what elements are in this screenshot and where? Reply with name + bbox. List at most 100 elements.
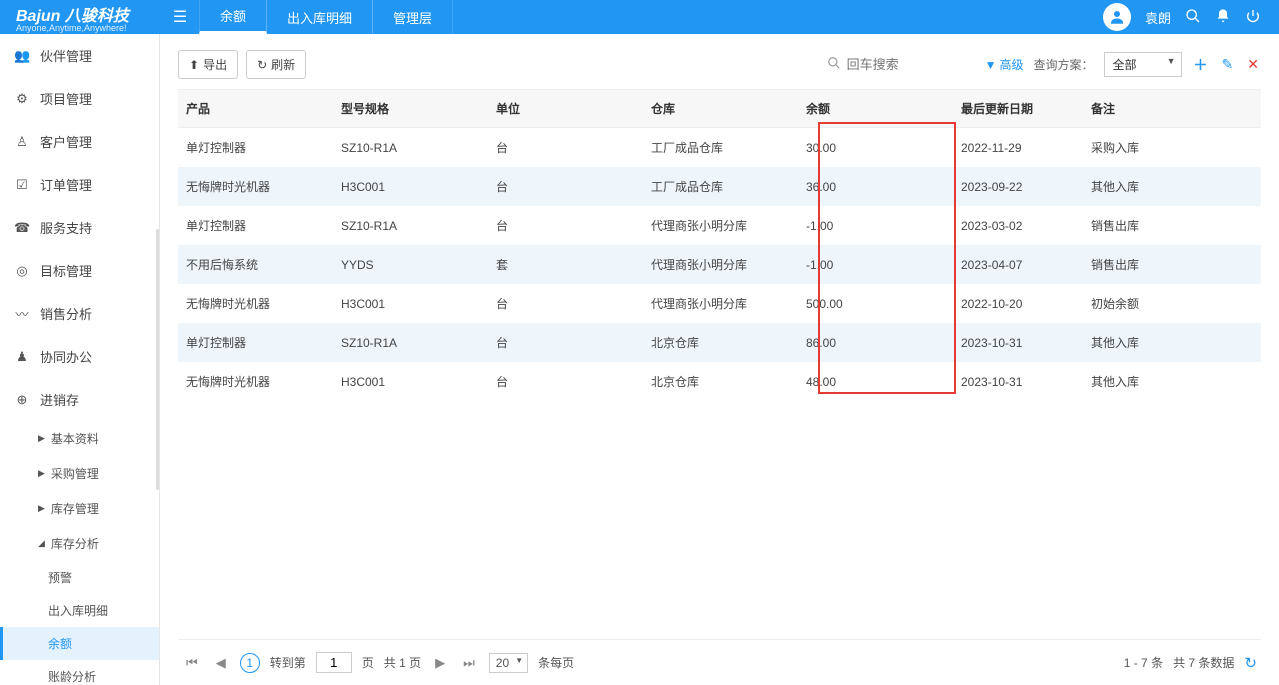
table-cell: 30.00 <box>798 128 953 168</box>
sidebar-item-project[interactable]: ⚙项目管理 <box>0 77 159 120</box>
pager-perpage-suffix: 条每页 <box>538 654 574 671</box>
table-cell: SZ10-R1A <box>333 206 488 245</box>
refresh-button[interactable]: ↻刷新 <box>246 50 306 79</box>
user-name[interactable]: 袁朗 <box>1145 8 1171 27</box>
table-cell: H3C001 <box>333 362 488 401</box>
table-row[interactable]: 无悔牌时光机器H3C001台代理商张小明分库500.002022-10-20初始… <box>178 284 1261 323</box>
project-icon: ⚙ <box>14 91 30 107</box>
table-cell: SZ10-R1A <box>333 323 488 362</box>
sidebar-item-target[interactable]: ◎目标管理 <box>0 249 159 292</box>
table-cell: 无悔牌时光机器 <box>178 167 333 206</box>
menu-toggle-icon[interactable]: ☰ <box>160 7 200 27</box>
table-cell: 台 <box>488 167 643 206</box>
table-row[interactable]: 无悔牌时光机器H3C001台工厂成品仓库36.002023-09-22其他入库 <box>178 167 1261 206</box>
table-cell: 销售出库 <box>1083 245 1261 284</box>
table-cell: SZ10-R1A <box>333 128 488 168</box>
search-icon[interactable] <box>1185 8 1201 27</box>
pager-total-pages: 共 1 页 <box>384 654 421 671</box>
sidebar-sub-analysis[interactable]: ◢库存分析 <box>0 526 159 561</box>
table-cell: 2022-11-29 <box>953 128 1083 168</box>
table-cell: 台 <box>488 284 643 323</box>
pager-prev-icon[interactable]: ◀ <box>212 653 230 673</box>
pager-page-suffix: 页 <box>362 654 374 671</box>
search-input[interactable] <box>845 53 975 77</box>
pager-refresh-icon[interactable]: ↻ <box>1244 654 1257 672</box>
edit-icon[interactable]: ✎ <box>1220 54 1236 75</box>
table-cell: 北京仓库 <box>643 323 798 362</box>
pager-first-icon[interactable]: ⏮ <box>182 653 202 673</box>
sidebar-item-office[interactable]: ♟协同办公 <box>0 335 159 378</box>
sidebar-sub2-warning[interactable]: 预警 <box>0 561 159 594</box>
caret-right-icon: ▶ <box>38 468 45 479</box>
table-cell: 代理商张小明分库 <box>643 284 798 323</box>
sidebar-item-service[interactable]: ☎服务支持 <box>0 206 159 249</box>
th-warehouse[interactable]: 仓库 <box>643 90 798 128</box>
sidebar-item-customer[interactable]: ♙客户管理 <box>0 120 159 163</box>
sidebar-item-sales[interactable]: 〰销售分析 <box>0 292 159 335</box>
export-button[interactable]: ⬆导出 <box>178 50 238 79</box>
office-icon: ♟ <box>14 349 30 365</box>
sidebar-item-partner[interactable]: 👥伙伴管理 <box>0 34 159 77</box>
advanced-search-link[interactable]: ▼高级 <box>985 56 1024 73</box>
pager-page-input[interactable] <box>316 652 352 673</box>
pager-current: 1 <box>240 653 260 673</box>
sidebar-sub-purchase[interactable]: ▶采购管理 <box>0 456 159 491</box>
sidebar-sub2-inout[interactable]: 出入库明细 <box>0 594 159 627</box>
table-cell: 销售出库 <box>1083 206 1261 245</box>
upload-icon: ⬆ <box>189 58 199 72</box>
table-cell: 其他入库 <box>1083 323 1261 362</box>
th-unit[interactable]: 单位 <box>488 90 643 128</box>
th-balance[interactable]: 余额 <box>798 90 953 128</box>
sidebar-sub-basic[interactable]: ▶基本资料 <box>0 421 159 456</box>
table-cell: 2023-09-22 <box>953 167 1083 206</box>
sidebar-item-order[interactable]: ☑订单管理 <box>0 163 159 206</box>
pager-range: 1 - 7 条 <box>1124 654 1163 671</box>
th-note[interactable]: 备注 <box>1083 90 1261 128</box>
sidebar-item-inventory[interactable]: ⊕进销存 <box>0 378 159 421</box>
tab-management[interactable]: 管理层 <box>372 0 453 34</box>
add-icon[interactable]: ＋ <box>1192 53 1210 77</box>
pager-total-records: 共 7 条数据 <box>1173 654 1234 671</box>
sidebar-sub2-balance[interactable]: 余额 <box>0 627 159 660</box>
delete-icon[interactable]: ✕ <box>1245 54 1261 75</box>
table-cell: 单灯控制器 <box>178 206 333 245</box>
table-cell: 其他入库 <box>1083 167 1261 206</box>
table-row[interactable]: 单灯控制器SZ10-R1A台工厂成品仓库30.002022-11-29采购入库 <box>178 128 1261 168</box>
table-cell: 台 <box>488 206 643 245</box>
table-row[interactable]: 不用后悔系统YYDS套代理商张小明分库-1.002023-04-07销售出库 <box>178 245 1261 284</box>
tab-balance[interactable]: 余额 <box>199 0 267 34</box>
table-cell: 台 <box>488 362 643 401</box>
avatar-icon[interactable] <box>1103 3 1131 31</box>
sidebar-sub2-aging[interactable]: 账龄分析 <box>0 660 159 685</box>
chart-icon: 〰 <box>14 304 30 323</box>
th-date[interactable]: 最后更新日期 <box>953 90 1083 128</box>
search-icon <box>827 56 841 73</box>
table-cell: YYDS <box>333 245 488 284</box>
table-cell: 86.00 <box>798 323 953 362</box>
filter-icon: ▼ <box>985 58 997 72</box>
partner-icon: 👥 <box>14 48 30 64</box>
tab-inout-detail[interactable]: 出入库明细 <box>266 0 373 34</box>
pager-last-icon[interactable]: ⏭ <box>459 653 479 673</box>
table-cell: -1.00 <box>798 206 953 245</box>
table-row[interactable]: 单灯控制器SZ10-R1A台北京仓库86.002023-10-31其他入库 <box>178 323 1261 362</box>
service-icon: ☎ <box>14 220 30 236</box>
table-row[interactable]: 无悔牌时光机器H3C001台北京仓库48.002023-10-31其他入库 <box>178 362 1261 401</box>
table-row[interactable]: 单灯控制器SZ10-R1A台代理商张小明分库-1.002023-03-02销售出… <box>178 206 1261 245</box>
power-icon[interactable] <box>1245 8 1261 27</box>
sidebar-sub-stock[interactable]: ▶库存管理 <box>0 491 159 526</box>
pager-size-select[interactable]: 20 <box>489 653 528 673</box>
logo: Bajun 八骏科技 Anyone,Anytime,Anywhere! <box>0 2 160 33</box>
table-cell: 单灯控制器 <box>178 323 333 362</box>
caret-right-icon: ▶ <box>38 433 45 444</box>
th-model[interactable]: 型号规格 <box>333 90 488 128</box>
table-cell: 无悔牌时光机器 <box>178 284 333 323</box>
pager-next-icon[interactable]: ▶ <box>431 653 449 673</box>
plan-select[interactable]: 全部 <box>1104 52 1182 77</box>
th-product[interactable]: 产品 <box>178 90 333 128</box>
refresh-icon: ↻ <box>257 58 267 72</box>
table-cell: 2022-10-20 <box>953 284 1083 323</box>
table-cell: 2023-03-02 <box>953 206 1083 245</box>
bell-icon[interactable] <box>1215 8 1231 27</box>
balance-table: 产品 型号规格 单位 仓库 余额 最后更新日期 备注 单灯控制器SZ10-R1A… <box>178 90 1261 401</box>
